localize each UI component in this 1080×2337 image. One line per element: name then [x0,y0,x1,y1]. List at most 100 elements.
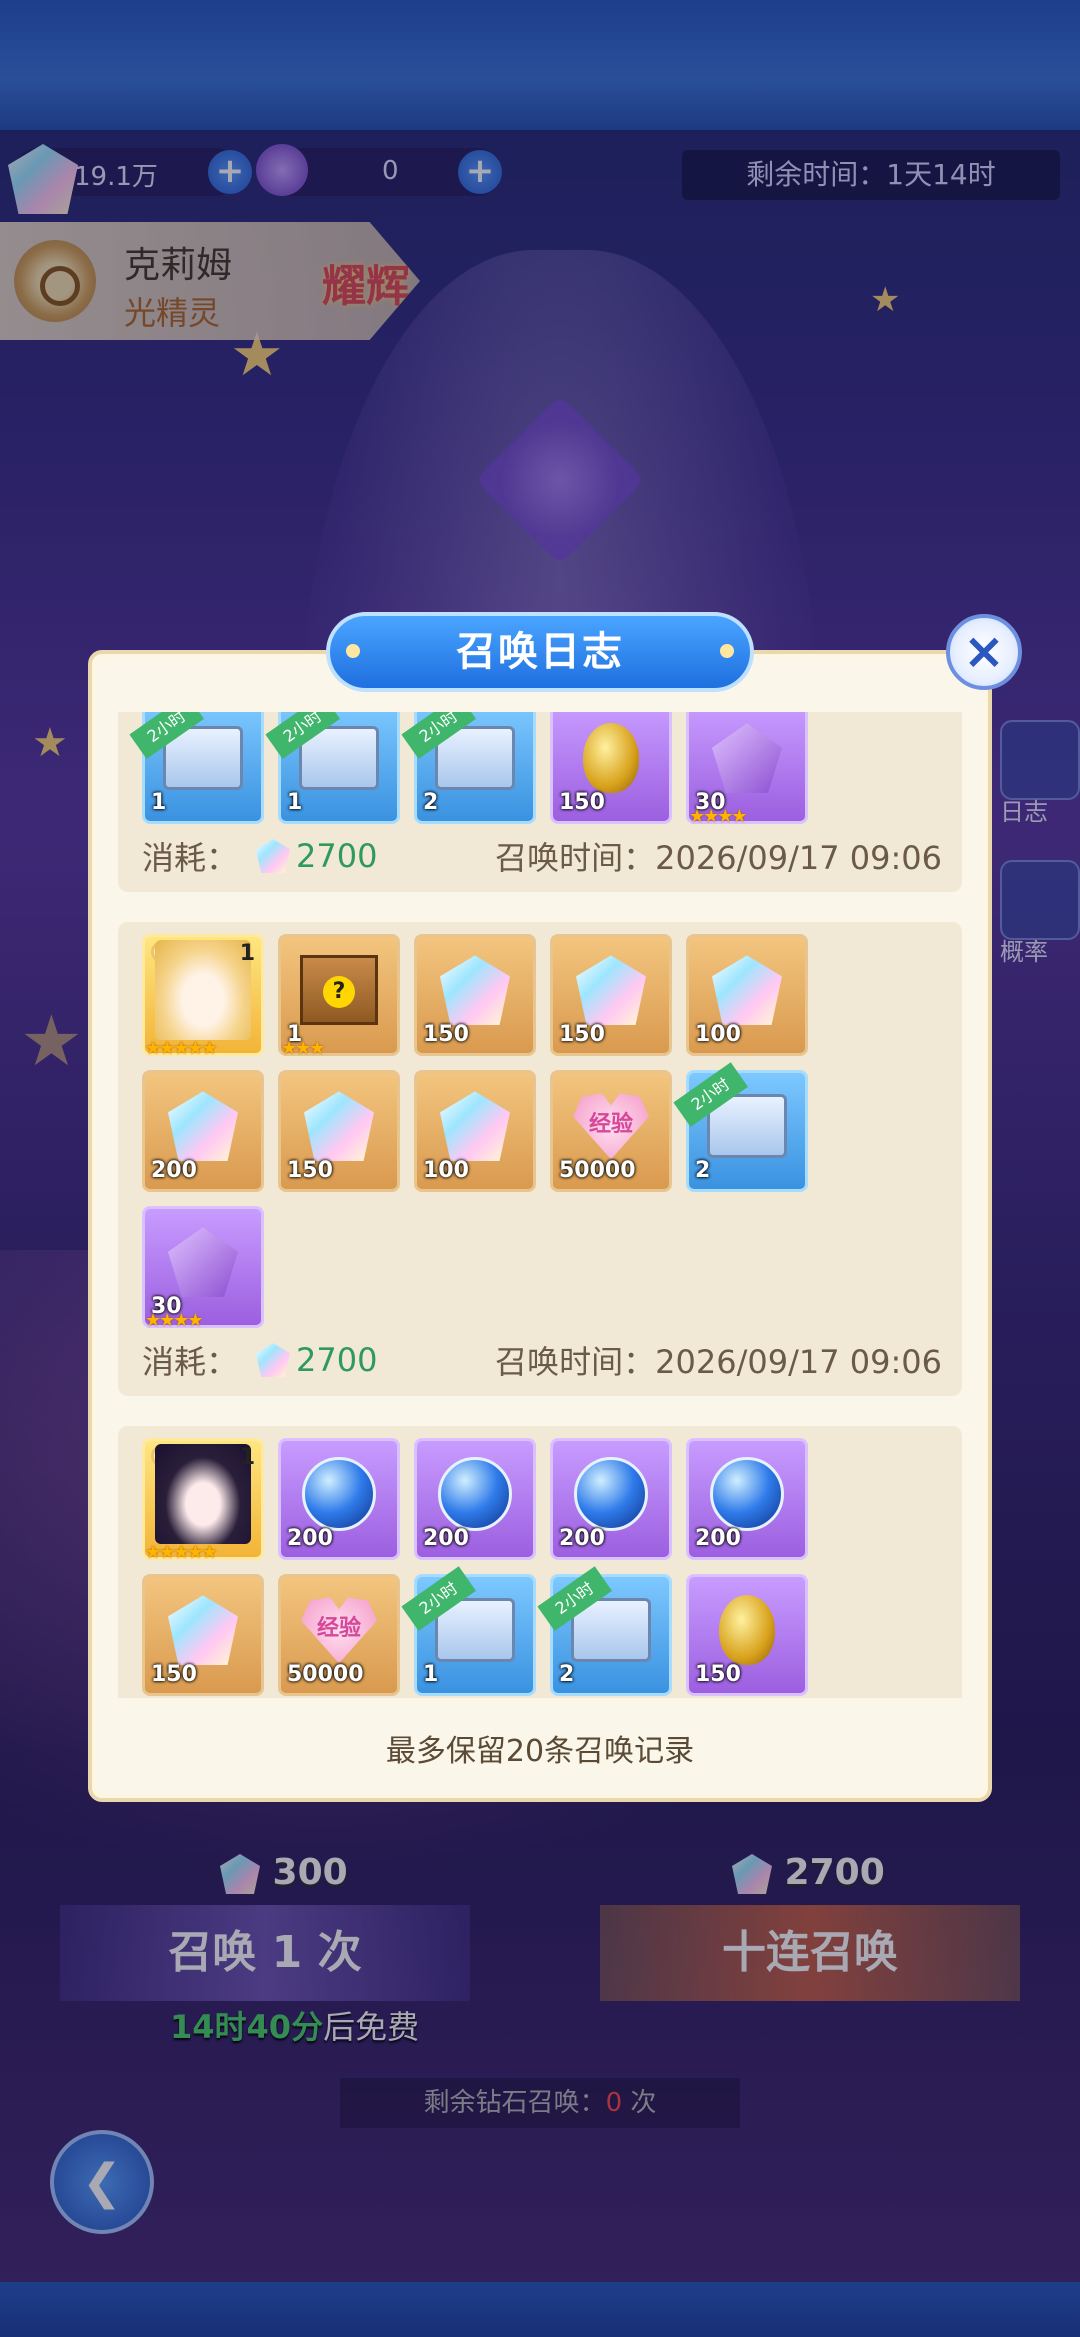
reward-item[interactable]: 150 [142,1574,264,1696]
crystal-icon [440,955,510,1026]
dialog-title-text: 召唤日志 [456,629,624,675]
dialog-title: 召唤日志 [326,612,754,692]
hero-level: 1 [239,941,255,966]
reward-item[interactable]: 2小时 2 [673,1062,808,1192]
reward-item[interactable]: 200 [142,1070,264,1192]
reward-count: 150 [559,790,605,815]
reward-item[interactable]: 30 ★★★★ [686,712,808,827]
reward-count: 200 [559,1526,605,1551]
title-ornament-icon [720,644,734,658]
reward-item[interactable]: 150 [414,934,536,1056]
reward-item[interactable]: 200 [278,1438,400,1560]
reward-item[interactable]: 150 [550,712,672,824]
egg-icon [583,723,639,794]
star-rating-icon: ★★★ [281,1038,325,1059]
fragment-icon [168,1227,238,1298]
close-dialog-button[interactable]: × [946,614,1022,690]
record-limit-note: 最多保留20条召唤记录 [385,1734,695,1769]
reward-item[interactable]: ? 1 ★★★ [278,934,400,1059]
reward-count: 100 [423,1158,469,1183]
record-time: 召唤时间：2026/09/17 09:06 [495,833,942,879]
reward-count: 1 [287,790,303,815]
star-rating-icon: ★★★★★ [145,1542,218,1563]
crystal-icon [440,1091,510,1162]
reward-count: 2 [559,1662,575,1687]
reward-count: 200 [287,1526,333,1551]
crystal-icon [168,1091,238,1162]
reward-count: 200 [695,1526,741,1551]
crystal-icon [576,955,646,1026]
reward-item[interactable]: 150 [686,1574,808,1696]
reward-item[interactable]: 150 [550,934,672,1056]
hero-level: 1 [239,1445,255,1470]
reward-count: 150 [423,1022,469,1047]
reward-item[interactable]: 经验 50000 [550,1070,672,1192]
hero-portrait [155,940,251,1041]
summon-record: 1 ★★★★★ ? 1 ★★★ 150 150 100 200 150 100 经验 50000 2小时 2… [118,922,962,1396]
summon-record-list[interactable]: 2小时 1 2小时 1 2小时 2 150 30 ★★★★ 消耗： 2700 召唤时间：2026/09… [118,712,962,1698]
reward-count: 150 [559,1022,605,1047]
reward-count: 200 [423,1526,469,1551]
reward-item[interactable]: 200 [414,1438,536,1560]
record-cost: 消耗： 2700 [142,833,377,879]
egg-icon [719,1595,775,1666]
time-value: 2026/09/17 09:06 [655,1343,942,1381]
reward-count: 150 [695,1662,741,1687]
reward-item[interactable]: 2小时 2 [401,712,536,824]
reward-item[interactable]: 经验 50000 [278,1574,400,1696]
orb-icon [302,1457,376,1532]
reward-count: 2 [423,790,439,815]
reward-item[interactable]: 100 [686,934,808,1056]
reward-count: 150 [287,1158,333,1183]
question-mark-icon: ? [323,975,355,1008]
exp-label: 经验 [588,1111,634,1137]
reward-item[interactable]: 2小时 2 [537,1566,672,1696]
summon-record: 1★★★★★200200200200150经验500002小时12小时21503… [118,1426,962,1698]
reward-count: 100 [695,1022,741,1047]
reward-item[interactable]: 30 ★★★★ [142,1206,264,1331]
cost-label: 消耗： [142,839,239,877]
diamond-icon [256,839,291,873]
reward-item[interactable]: 2小时 1 [401,1566,536,1696]
cost-value: 2700 [296,837,378,875]
fragment-icon [712,723,782,794]
reward-item[interactable]: 1 ★★★★★ [142,934,264,1059]
reward-count: 1 [151,790,167,815]
record-meta: 消耗： 2700 召唤时间：2026/09/17 09:06 [142,834,942,878]
orb-icon [710,1457,784,1532]
reward-item[interactable]: 2小时 1 [129,712,264,824]
record-cost: 消耗： 2700 [142,1337,377,1383]
reward-item[interactable]: 200 [686,1438,808,1560]
reward-count: 2 [695,1158,711,1183]
reward-item[interactable]: 150 [278,1070,400,1192]
reward-grid: 1★★★★★200200200200150经验500002小时12小时21503… [142,1438,942,1698]
exp-label: 经验 [316,1615,362,1641]
time-label: 召唤时间： [495,839,656,877]
time-label: 召唤时间： [495,1343,656,1381]
crystal-icon [712,955,782,1026]
cost-value: 2700 [296,1341,378,1379]
reward-count: 1 [423,1662,439,1687]
title-ornament-icon [346,644,360,658]
mystery-box-icon: ? [300,955,378,1026]
crystal-icon [168,1595,238,1666]
summon-record: 2小时 1 2小时 1 2小时 2 150 30 ★★★★ 消耗： 2700 召唤时间：2026/09… [118,712,962,892]
reward-grid: 2小时 1 2小时 1 2小时 2 150 30 ★★★★ [129,712,942,827]
reward-item[interactable]: 200 [550,1438,672,1560]
reward-item[interactable]: 2小时 1 [265,712,400,824]
cost-label: 消耗： [142,1343,239,1381]
crystal-icon [304,1091,374,1162]
reward-count: 150 [151,1662,197,1687]
reward-count: 50000 [287,1662,364,1687]
reward-count: 50000 [559,1158,636,1183]
reward-item[interactable]: 1 ★★★★★ [142,1438,264,1563]
orb-icon [574,1457,648,1532]
reward-item[interactable]: 100 [414,1070,536,1192]
star-rating-icon: ★★★★★ [145,1038,218,1059]
diamond-icon [256,1343,291,1377]
close-icon: × [963,622,1005,680]
star-rating-icon: ★★★★ [145,1310,204,1331]
time-value: 2026/09/17 09:06 [655,839,942,877]
reward-count: 200 [151,1158,197,1183]
reward-grid: 1 ★★★★★ ? 1 ★★★ 150 150 100 200 150 100 经验 50000 2小时 2… [142,934,942,1331]
